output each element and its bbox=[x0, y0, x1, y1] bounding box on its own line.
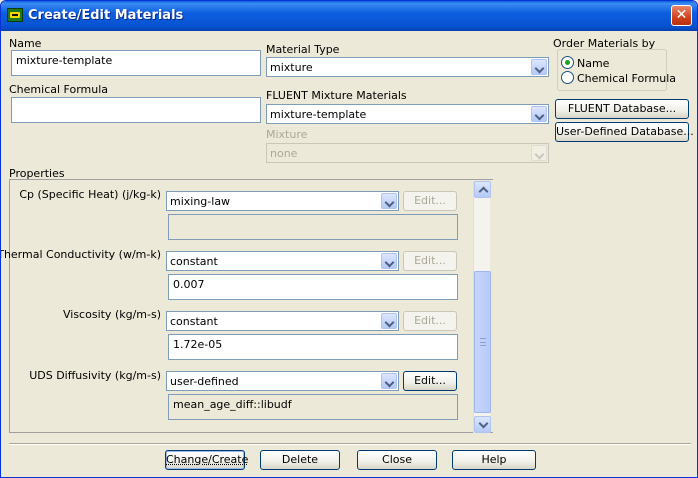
chevron-down-icon[interactable] bbox=[381, 373, 397, 389]
uds-diffusivity-label: UDS Diffusivity (kg/m-s) bbox=[29, 369, 161, 382]
fluent-mixture-value: mixture-template bbox=[270, 108, 367, 121]
scrollbar-thumb[interactable] bbox=[474, 271, 491, 413]
materials-dialog: Create/Edit Materials ✕ Name mixture-tem… bbox=[0, 0, 698, 478]
order-by-formula-label: Chemical Formula bbox=[577, 72, 677, 85]
thermal-conductivity-method-value: constant bbox=[170, 255, 218, 268]
order-by-name-option[interactable]: Name bbox=[561, 56, 609, 70]
thermal-conductivity-input[interactable]: 0.007 bbox=[168, 274, 458, 300]
thermal-conductivity-method-select[interactable]: constant bbox=[166, 251, 399, 271]
viscosity-method-select[interactable]: constant bbox=[166, 311, 399, 331]
thermal-conductivity-edit-button: Edit... bbox=[403, 251, 457, 271]
fluent-app-icon bbox=[7, 8, 23, 22]
uds-diffusivity-method-value: user-defined bbox=[170, 375, 239, 388]
change-create-label: Change/Create bbox=[166, 453, 249, 466]
title-bar[interactable]: Create/Edit Materials ✕ bbox=[1, 1, 697, 31]
scroll-up-arrow-icon[interactable] bbox=[474, 181, 491, 198]
dialog-body: Name mixture-template Chemical Formula M… bbox=[1, 31, 695, 475]
cp-method-value: mixing-law bbox=[170, 195, 231, 208]
chemical-formula-label: Chemical Formula bbox=[9, 83, 109, 96]
properties-scrollbar[interactable] bbox=[473, 181, 491, 433]
name-label: Name bbox=[9, 37, 42, 50]
material-type-value: mixture bbox=[270, 61, 313, 74]
cp-method-select[interactable]: mixing-law bbox=[166, 191, 399, 211]
change-create-button[interactable]: Change/Create bbox=[165, 450, 249, 470]
uds-diffusivity-value-field: mean_age_diff::libudf bbox=[168, 394, 458, 420]
viscosity-method-value: constant bbox=[170, 315, 218, 328]
chevron-down-icon[interactable] bbox=[381, 313, 397, 329]
viscosity-input[interactable]: 1.72e-05 bbox=[168, 334, 458, 360]
cp-edit-button: Edit... bbox=[403, 191, 457, 211]
name-input[interactable]: mixture-template bbox=[11, 50, 261, 76]
order-by-name-label: Name bbox=[577, 57, 610, 70]
close-button[interactable]: Close bbox=[357, 450, 437, 470]
chevron-down-icon[interactable] bbox=[531, 106, 547, 122]
window-title: Create/Edit Materials bbox=[28, 8, 184, 23]
viscosity-label: Viscosity (kg/m-s) bbox=[62, 308, 161, 321]
chemical-formula-input[interactable] bbox=[11, 97, 261, 123]
viscosity-edit-button: Edit... bbox=[403, 311, 457, 331]
material-type-label: Material Type bbox=[266, 43, 340, 56]
footer-divider bbox=[9, 443, 691, 445]
uds-diffusivity-method-select[interactable]: user-defined bbox=[166, 371, 399, 391]
chevron-down-icon bbox=[531, 145, 547, 161]
radio-selected-icon[interactable] bbox=[561, 56, 574, 69]
fluent-mixture-select[interactable]: mixture-template bbox=[266, 104, 549, 124]
fluent-database-button[interactable]: FLUENT Database... bbox=[555, 99, 689, 119]
chevron-down-icon[interactable] bbox=[531, 59, 547, 75]
order-by-formula-option[interactable]: Chemical Formula bbox=[561, 71, 676, 85]
cp-value-field bbox=[168, 214, 458, 240]
delete-button[interactable]: Delete bbox=[260, 450, 340, 470]
uds-diffusivity-edit-button[interactable]: Edit... bbox=[403, 371, 457, 391]
user-defined-database-button[interactable]: User-Defined Database... bbox=[555, 122, 694, 142]
mixture-value: none bbox=[270, 147, 298, 160]
material-type-select[interactable]: mixture bbox=[266, 57, 549, 77]
mixture-select: none bbox=[266, 143, 549, 163]
scroll-down-arrow-icon[interactable] bbox=[474, 416, 491, 433]
close-window-button[interactable]: ✕ bbox=[671, 5, 692, 26]
chevron-down-icon[interactable] bbox=[381, 193, 397, 209]
mixture-label: Mixture bbox=[266, 128, 308, 141]
help-button[interactable]: Help bbox=[452, 450, 536, 470]
cp-label: Cp (Specific Heat) (j/kg-k) bbox=[19, 188, 161, 201]
chevron-down-icon[interactable] bbox=[381, 253, 397, 269]
radio-unselected-icon[interactable] bbox=[561, 71, 574, 84]
thermal-conductivity-label: Thermal Conductivity (w/m-k) bbox=[0, 248, 161, 261]
grip-icon bbox=[480, 338, 486, 346]
fluent-mixture-label: FLUENT Mixture Materials bbox=[266, 89, 407, 102]
